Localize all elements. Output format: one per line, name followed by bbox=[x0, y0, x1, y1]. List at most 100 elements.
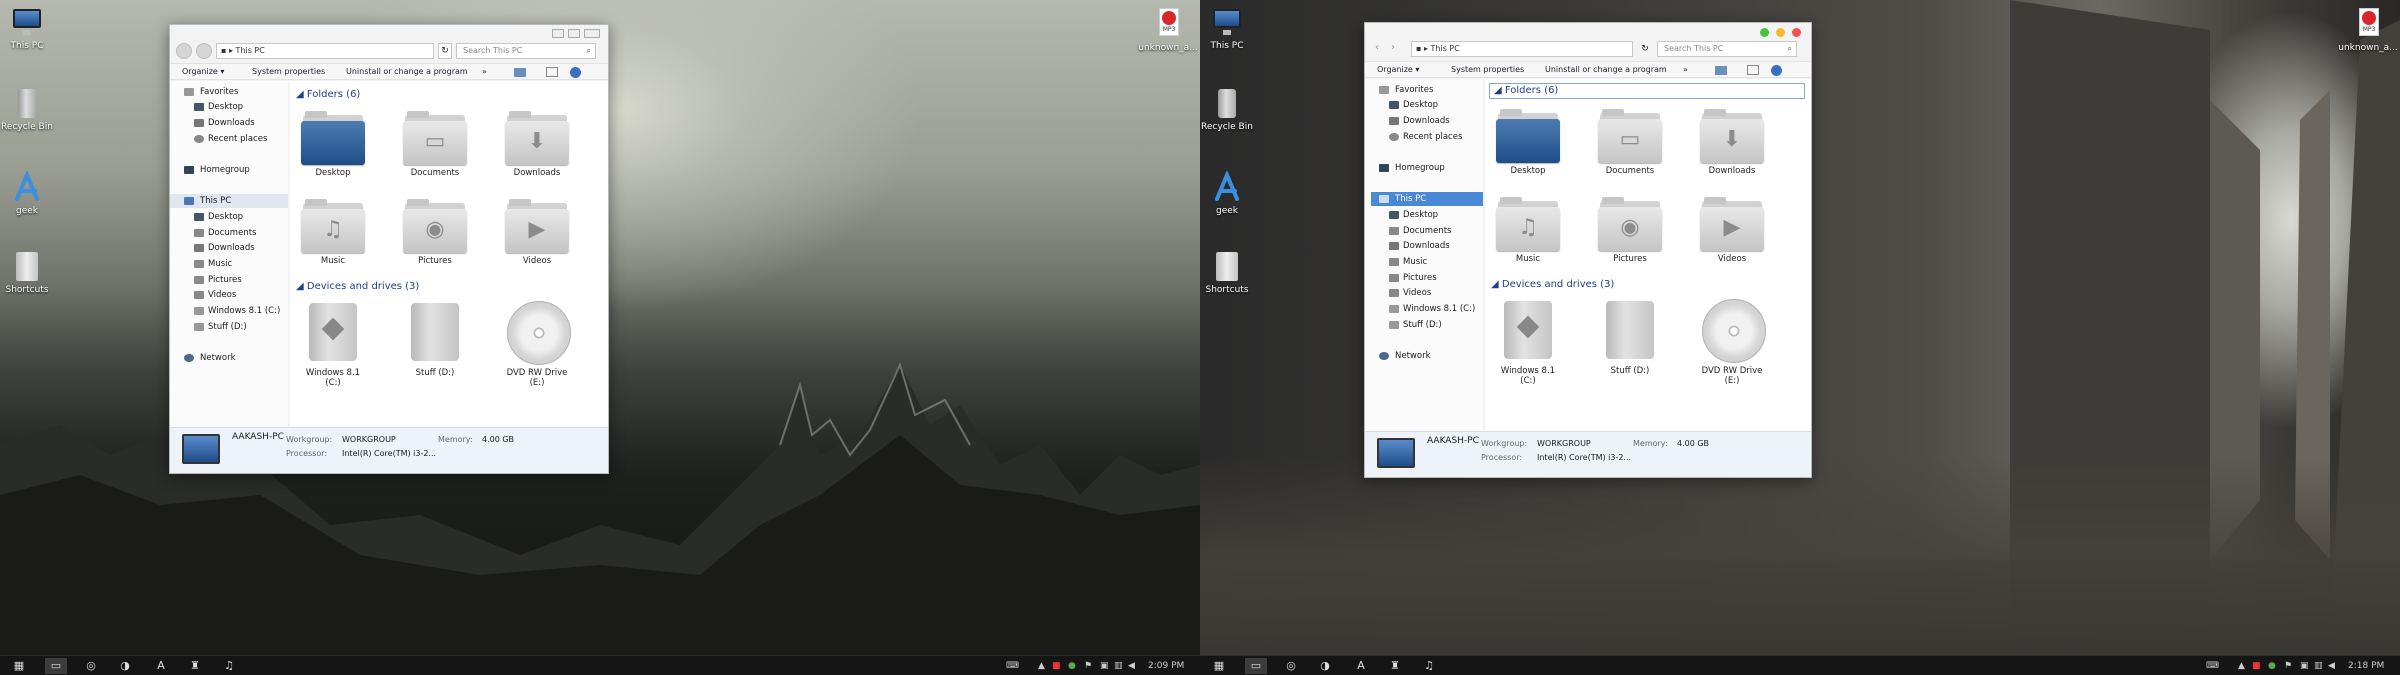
maximize-button[interactable] bbox=[568, 29, 580, 38]
forward-button[interactable]: › bbox=[1391, 42, 1395, 53]
help-icon[interactable] bbox=[1771, 65, 1782, 76]
nav-pc-documents[interactable]: Documents bbox=[170, 226, 288, 240]
nav-favorites[interactable]: Favorites bbox=[170, 85, 288, 99]
nav-this-pc[interactable]: This PC bbox=[1371, 192, 1483, 206]
drive-d[interactable]: Stuff (D:) bbox=[400, 301, 470, 378]
acrobat-icon[interactable]: ■ bbox=[1052, 658, 1061, 674]
title-bar[interactable] bbox=[1365, 23, 1811, 41]
acrobat-icon[interactable]: ■ bbox=[2252, 658, 2261, 674]
uninstall-button[interactable]: Uninstall or change a program bbox=[346, 64, 468, 80]
nav-homegroup[interactable]: Homegroup bbox=[1365, 161, 1483, 175]
address-bar[interactable]: ▪ ▸ This PC bbox=[1411, 41, 1633, 57]
more-commands-button[interactable]: » bbox=[1683, 62, 1688, 78]
nav-network[interactable]: Network bbox=[170, 351, 288, 365]
nav-pc-pictures[interactable]: Pictures bbox=[1365, 271, 1483, 285]
folders-group-header[interactable]: ◢ Folders (6) bbox=[1489, 83, 1805, 99]
folder-documents[interactable]: ▭ Documents bbox=[1595, 109, 1665, 176]
volume-icon[interactable]: ◀ bbox=[1128, 658, 1135, 674]
address-bar[interactable]: ▪ ▸ This PC bbox=[216, 43, 434, 59]
chrome-icon[interactable]: ◎ bbox=[80, 658, 102, 674]
minimize-button[interactable] bbox=[1776, 28, 1785, 37]
uninstall-button[interactable]: Uninstall or change a program bbox=[1545, 62, 1667, 78]
folder-desktop[interactable]: Desktop bbox=[1493, 109, 1563, 176]
folder-music[interactable]: ♫ Music bbox=[298, 199, 368, 266]
keyboard-icon[interactable]: ⌨ bbox=[1006, 658, 1019, 674]
drive-e[interactable]: DVD RW Drive (E:) bbox=[1697, 299, 1767, 386]
app-icon[interactable]: ◑ bbox=[1314, 658, 1336, 674]
network-icon[interactable]: ▥ bbox=[2314, 658, 2323, 674]
nav-pc-videos[interactable]: Videos bbox=[170, 288, 288, 302]
back-button[interactable] bbox=[176, 43, 192, 59]
desktop-icon-this-pc[interactable]: This PC bbox=[0, 6, 57, 51]
preview-pane-icon[interactable] bbox=[1747, 65, 1759, 75]
nav-pc-documents[interactable]: Documents bbox=[1365, 224, 1483, 238]
nav-fav-desktop[interactable]: Desktop bbox=[1365, 98, 1483, 112]
explorer-taskbar-icon[interactable]: ▭ bbox=[45, 658, 67, 674]
keyboard-icon[interactable]: ⌨ bbox=[2206, 658, 2219, 674]
clock[interactable]: 2:09 PM bbox=[1148, 658, 1184, 674]
desktop-icon-recycle-bin[interactable]: Recycle Bin bbox=[0, 87, 57, 132]
folders-group-header[interactable]: ◢ Folders (6) bbox=[296, 89, 360, 100]
nav-pc-downloads[interactable]: Downloads bbox=[1365, 239, 1483, 253]
nav-network[interactable]: Network bbox=[1365, 349, 1483, 363]
desktop-icon-this-pc[interactable]: This PC bbox=[1200, 6, 1257, 51]
app-store-icon[interactable]: A bbox=[150, 658, 172, 674]
start-grid-icon[interactable]: ▦ bbox=[8, 658, 30, 674]
music-icon[interactable]: ♫ bbox=[1418, 658, 1440, 674]
rocket-icon[interactable]: ♜ bbox=[184, 658, 206, 674]
start-grid-icon[interactable]: ▦ bbox=[1208, 658, 1230, 674]
system-properties-button[interactable]: System properties bbox=[252, 64, 325, 80]
system-properties-button[interactable]: System properties bbox=[1451, 62, 1524, 78]
rocket-icon[interactable]: ♜ bbox=[1384, 658, 1406, 674]
nav-this-pc[interactable]: This PC bbox=[170, 194, 288, 208]
desktop-icon-mp3[interactable]: MP3 unknown_a... bbox=[2338, 8, 2398, 53]
folder-videos[interactable]: ▶ Videos bbox=[502, 199, 572, 266]
nav-pc-downloads[interactable]: Downloads bbox=[170, 241, 288, 255]
help-icon[interactable] bbox=[570, 67, 581, 78]
nav-fav-downloads[interactable]: Downloads bbox=[1365, 114, 1483, 128]
nav-pc-drive-d[interactable]: Stuff (D:) bbox=[1365, 318, 1483, 332]
folder-desktop[interactable]: Desktop bbox=[298, 111, 368, 178]
flag-icon[interactable]: ⚑ bbox=[2284, 658, 2292, 674]
nav-pc-drive-d[interactable]: Stuff (D:) bbox=[170, 320, 288, 334]
nav-fav-downloads[interactable]: Downloads bbox=[170, 116, 288, 130]
devices-group-header[interactable]: ◢ Devices and drives (3) bbox=[296, 281, 419, 292]
desktop-icon-geek[interactable]: geek bbox=[0, 169, 57, 216]
back-button[interactable]: ‹ bbox=[1375, 42, 1379, 53]
explorer-taskbar-icon[interactable]: ▭ bbox=[1245, 658, 1267, 674]
app-icon[interactable]: ◑ bbox=[114, 658, 136, 674]
folder-downloads[interactable]: ⬇ Downloads bbox=[502, 111, 572, 178]
view-options-icon[interactable] bbox=[514, 68, 526, 77]
nav-pc-desktop[interactable]: Desktop bbox=[170, 210, 288, 224]
desktop-icon-geek[interactable]: geek bbox=[1200, 169, 1257, 216]
maximize-button[interactable] bbox=[1760, 28, 1769, 37]
tray-arrow-icon[interactable]: ▲ bbox=[1038, 658, 1045, 674]
preview-pane-icon[interactable] bbox=[546, 67, 558, 77]
desktop-icon-shortcuts[interactable]: Shortcuts bbox=[0, 250, 57, 295]
more-commands-button[interactable]: » bbox=[482, 64, 487, 80]
devices-group-header[interactable]: ◢ Devices and drives (3) bbox=[1491, 279, 1614, 290]
nav-fav-recent[interactable]: Recent places bbox=[170, 132, 288, 146]
clock[interactable]: 2:18 PM bbox=[2348, 658, 2384, 674]
title-bar[interactable] bbox=[170, 25, 608, 43]
minimize-button[interactable] bbox=[552, 29, 564, 38]
nav-pc-drive-c[interactable]: Windows 8.1 (C:) bbox=[1365, 302, 1483, 316]
search-input[interactable]: Search This PC ⌕ bbox=[1657, 41, 1797, 57]
drive-c[interactable]: Windows 8.1 (C:) bbox=[1493, 299, 1563, 386]
drive-c[interactable]: Windows 8.1 (C:) bbox=[298, 301, 368, 388]
folder-documents[interactable]: ▭ Documents bbox=[400, 111, 470, 178]
folder-pictures[interactable]: ◉ Pictures bbox=[400, 199, 470, 266]
drive-e[interactable]: DVD RW Drive (E:) bbox=[502, 301, 572, 388]
drive-d[interactable]: Stuff (D:) bbox=[1595, 299, 1665, 376]
nav-pc-music[interactable]: Music bbox=[170, 257, 288, 271]
folder-videos[interactable]: ▶ Videos bbox=[1697, 197, 1767, 264]
close-button[interactable] bbox=[584, 29, 600, 38]
nav-pc-music[interactable]: Music bbox=[1365, 255, 1483, 269]
chrome-icon[interactable]: ◎ bbox=[1280, 658, 1302, 674]
nav-pc-desktop[interactable]: Desktop bbox=[1365, 208, 1483, 222]
app-tray-icon[interactable]: ● bbox=[2268, 658, 2276, 674]
nav-pc-videos[interactable]: Videos bbox=[1365, 286, 1483, 300]
app-store-icon[interactable]: A bbox=[1350, 658, 1372, 674]
desktop-icon-mp3[interactable]: MP3 unknown_a... bbox=[1138, 8, 1198, 53]
organize-button[interactable]: Organize ▾ bbox=[182, 64, 224, 80]
